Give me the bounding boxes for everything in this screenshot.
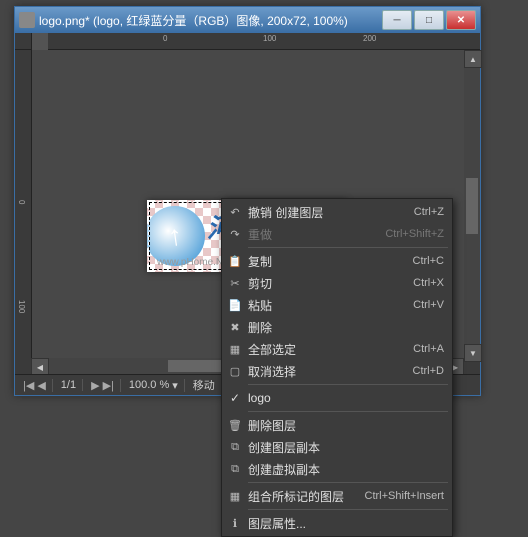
menu-shortcut: Ctrl+Z (414, 206, 444, 218)
ruler-horizontal[interactable]: 0 100 200 (48, 33, 480, 50)
menu-item-5[interactable]: 📄粘贴Ctrl+V (222, 294, 452, 316)
menu-item-18[interactable]: ℹ图层属性... (222, 512, 452, 534)
nav-next-button[interactable]: ▶ (91, 379, 99, 392)
scroll-up-button[interactable]: ▲ (464, 50, 482, 68)
menu-label: 创建虚拟副本 (244, 461, 444, 478)
page-indicator: 1/1 (55, 379, 83, 391)
window-title: logo.png* (logo, 红绿蓝分量（RGB）图像, 200x72, 1… (39, 12, 382, 29)
maximize-button[interactable]: □ (414, 10, 444, 30)
chevron-down-icon: ▾ (172, 379, 178, 392)
menu-label: 取消选择 (244, 363, 413, 380)
menu-label: 删除图层 (244, 417, 444, 434)
menu-icon: ⧉ (226, 463, 244, 476)
menu-label: 撤销 创建图层 (244, 204, 414, 221)
menu-item-14[interactable]: ⧉创建虚拟副本 (222, 458, 452, 480)
scrollbar-vertical[interactable]: ▲ ▼ (464, 50, 480, 358)
menu-label: 删除 (244, 319, 444, 336)
scroll-down-button[interactable]: ▼ (464, 344, 482, 362)
menu-item-4[interactable]: ✂剪切Ctrl+X (222, 272, 452, 294)
tool-indicator: 移动 (187, 377, 221, 393)
menu-shortcut: Ctrl+Shift+Insert (365, 490, 444, 502)
menu-label: 复制 (244, 253, 413, 270)
menu-item-6[interactable]: ✖删除 (222, 316, 452, 338)
menu-icon: 📄 (226, 299, 244, 312)
menu-label: 剪切 (244, 275, 413, 292)
menu-icon: ▦ (226, 490, 244, 503)
menu-shortcut: Ctrl+C (413, 255, 444, 267)
minimize-button[interactable]: ─ (382, 10, 412, 30)
menu-label: 全部选定 (244, 341, 413, 358)
nav-prev-button[interactable]: ◀ (37, 379, 45, 392)
menu-icon: ↶ (226, 206, 244, 219)
app-icon (19, 12, 35, 28)
menu-separator (248, 509, 448, 510)
menu-icon: ▦ (226, 343, 244, 356)
menu-shortcut: Ctrl+Shift+Z (385, 228, 444, 240)
menu-icon: ⧉ (226, 441, 244, 454)
menu-separator (248, 411, 448, 412)
ruler-vertical[interactable]: 0 100 (15, 50, 32, 358)
close-button[interactable]: ✕ (446, 10, 476, 30)
menu-icon: ✂ (226, 277, 244, 290)
zoom-indicator[interactable]: 100.0 % ▾ (123, 379, 185, 392)
context-menu: ↶撤销 创建图层Ctrl+Z↷重做Ctrl+Shift+Z📋复制Ctrl+C✂剪… (221, 198, 453, 537)
menu-shortcut: Ctrl+X (413, 277, 444, 289)
menu-item-8[interactable]: ▢取消选择Ctrl+D (222, 360, 452, 382)
menu-item-7[interactable]: ▦全部选定Ctrl+A (222, 338, 452, 360)
menu-icon: 🗑 (226, 419, 244, 432)
menu-icon: 📋 (226, 255, 244, 268)
menu-icon: ↷ (226, 228, 244, 241)
ruler-corner (15, 33, 32, 50)
menu-item-10[interactable]: ✓logo (222, 387, 452, 409)
menu-label: 粘贴 (244, 297, 413, 314)
menu-separator (248, 384, 448, 385)
menu-item-12[interactable]: 🗑删除图层 (222, 414, 452, 436)
menu-item-13[interactable]: ⧉创建图层副本 (222, 436, 452, 458)
menu-item-1: ↷重做Ctrl+Shift+Z (222, 223, 452, 245)
menu-shortcut: Ctrl+A (413, 343, 444, 355)
nav-first-button[interactable]: |◀ (23, 379, 34, 392)
menu-label: 重做 (244, 226, 385, 243)
menu-icon: ✖ (226, 321, 244, 334)
menu-label: 创建图层副本 (244, 439, 444, 456)
menu-icon: ℹ (226, 517, 244, 530)
menu-shortcut: Ctrl+V (413, 299, 444, 311)
menu-label: 图层属性... (244, 515, 444, 532)
titlebar[interactable]: logo.png* (logo, 红绿蓝分量（RGB）图像, 200x72, 1… (15, 7, 480, 33)
menu-separator (248, 247, 448, 248)
check-icon: ✓ (226, 391, 244, 405)
menu-shortcut: Ctrl+D (413, 365, 444, 377)
menu-item-16[interactable]: ▦组合所标记的图层Ctrl+Shift+Insert (222, 485, 452, 507)
menu-item-3[interactable]: 📋复制Ctrl+C (222, 250, 452, 272)
menu-label: logo (244, 391, 444, 405)
menu-icon: ▢ (226, 365, 244, 378)
nav-last-button[interactable]: ▶| (103, 379, 114, 392)
menu-separator (248, 482, 448, 483)
menu-item-0[interactable]: ↶撤销 创建图层Ctrl+Z (222, 201, 452, 223)
